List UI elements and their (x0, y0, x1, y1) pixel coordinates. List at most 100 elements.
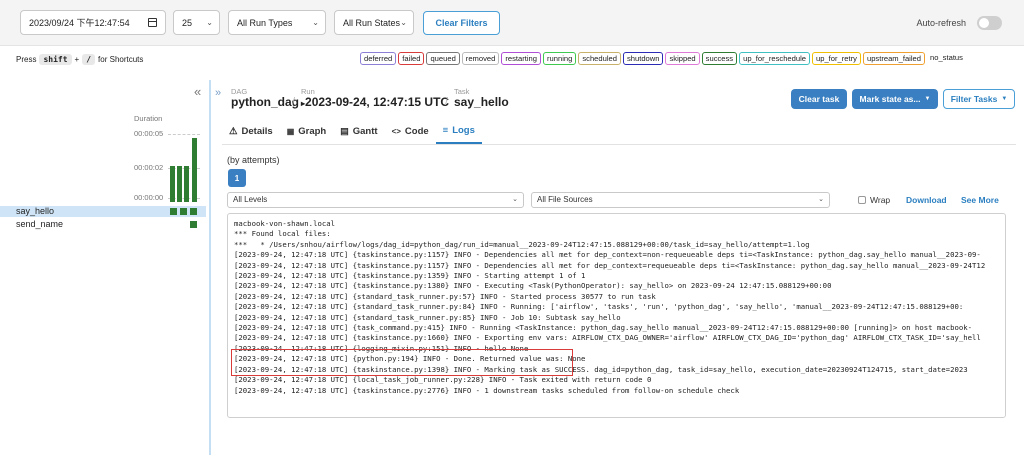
run-states-value: All Run States (343, 17, 401, 28)
wrap-toggle[interactable]: Wrap (858, 195, 890, 205)
state-badge-deferred: deferred (360, 52, 397, 65)
tab-gantt[interactable]: ▤ Gantt (333, 118, 384, 144)
grid-line (168, 134, 200, 135)
tab-details[interactable]: ⚠ Details (222, 118, 280, 144)
state-badge-failed: failed (398, 52, 425, 65)
collapse-panel-icon[interactable]: « (194, 84, 201, 99)
tab-label: Code (404, 125, 429, 137)
graph-icon: ▦ (286, 126, 295, 136)
wrap-label: Wrap (870, 195, 891, 205)
task-status-square[interactable] (190, 221, 197, 228)
chevron-down-icon: ⌄ (206, 18, 213, 27)
log-line: [2023-09-24, 12:47:18 UTC] {standard_tas… (234, 312, 621, 322)
log-line: [2023-09-24, 12:47:18 UTC] {standard_tas… (234, 291, 656, 301)
state-badge-queued: queued (426, 52, 460, 65)
datetime-input[interactable]: 2023/09/24 下午12:47:54 (20, 10, 166, 35)
highlight-box (231, 349, 573, 376)
state-badge-up-for-reschedule: up_for_reschedule (739, 52, 811, 65)
auto-refresh-label: Auto-refresh (916, 18, 966, 28)
slash-key: / (82, 54, 96, 65)
log-line: *** * /Users/snhou/airflow/logs/dag_id=p… (234, 239, 810, 249)
calendar-icon[interactable] (148, 18, 157, 27)
datetime-value: 2023/09/24 下午12:47:54 (29, 18, 130, 28)
duration-tick: 00:00:05 (134, 129, 164, 138)
tab-divider (222, 144, 1016, 145)
duration-tick: 00:00:00 (134, 193, 164, 202)
log-line: [2023-09-24, 12:47:18 UTC] {local_task_j… (234, 375, 652, 385)
tab-logs[interactable]: ≡ Logs (435, 118, 482, 144)
shortcut-plus: + (74, 55, 80, 64)
duration-bar[interactable] (192, 138, 197, 202)
run-states-select[interactable]: All Run States ⌄ (334, 10, 414, 35)
duration-bars (170, 138, 200, 202)
task-name: say_hello (16, 206, 55, 216)
duration-bar[interactable] (177, 166, 182, 202)
download-link[interactable]: Download (906, 195, 947, 205)
clear-task-button[interactable]: Clear task (791, 89, 847, 109)
clear-filters-button[interactable]: Clear Filters (423, 11, 500, 35)
caret-down-icon: ▼ (924, 96, 931, 102)
detail-tabs: ⚠ Details ▦ Graph ▤ Gantt <> Code ≡ Logs (222, 118, 482, 144)
list-icon: ≡ (442, 124, 449, 136)
run-types-value: All Run Types (237, 17, 293, 28)
tab-label: Details (241, 125, 273, 137)
run-link[interactable]: ▸2023-09-24, 12:47:15 UTC (301, 95, 449, 109)
tab-code[interactable]: <> Code (385, 118, 436, 144)
file-source-select[interactable]: All File Sources ⌄ (531, 192, 830, 208)
tab-label: Gantt (352, 125, 378, 137)
num-runs-value: 25 (182, 17, 193, 28)
log-line: [2023-09-24, 12:47:18 UTC] {taskinstance… (234, 385, 740, 395)
dag-link[interactable]: python_dag (231, 95, 299, 109)
state-badge-skipped: skipped (665, 52, 700, 65)
chevron-down-icon: ⌄ (818, 196, 824, 203)
shift-key: shift (39, 54, 72, 65)
state-legend: deferred failed queued removed restarting run… (360, 52, 966, 65)
wrap-checkbox[interactable] (858, 196, 866, 204)
file-source-value: All File Sources (537, 195, 593, 204)
log-line: [2023-09-24, 12:47:18 UTC] {standard_tas… (234, 302, 964, 312)
task-row-say-hello[interactable]: say_hello (0, 206, 206, 217)
state-badge-success: success (701, 52, 738, 65)
breadcrumb-separator: / (292, 96, 296, 108)
auto-refresh-toggle[interactable] (977, 16, 1002, 30)
state-badge-removed: removed (461, 52, 500, 65)
filter-tasks-button[interactable]: Filter Tasks ▼ (943, 89, 1015, 109)
task-link[interactable]: say_hello (454, 95, 509, 109)
log-line: [2023-09-24, 12:47:18 UTC] {taskinstance… (234, 281, 832, 291)
gantt-icon: ▤ (340, 125, 349, 136)
attempts-label: (by attempts) (227, 155, 280, 165)
state-badge-no-status: no_status (930, 53, 963, 62)
grid-panel: « Duration 00:00:05 00:00:02 00:00:00 sa… (0, 80, 206, 455)
log-line: [2023-09-24, 12:47:18 UTC] {task_command… (234, 323, 973, 333)
duration-bar[interactable] (184, 166, 189, 202)
caret-down-icon: ▼ (1001, 96, 1008, 102)
duration-bar[interactable] (170, 166, 175, 202)
log-line: [2023-09-24, 12:47:18 UTC] {taskinstance… (234, 333, 981, 343)
expand-panel-icon[interactable]: » (215, 87, 221, 99)
tab-label: Graph (298, 125, 327, 137)
log-line: *** Found local files: (234, 229, 331, 239)
breadcrumb-separator: / (445, 96, 449, 108)
state-badge-restarting: restarting (501, 52, 541, 65)
task-status-square[interactable] (180, 208, 187, 215)
see-more-link[interactable]: See More (961, 195, 999, 205)
tab-graph[interactable]: ▦ Graph (280, 118, 334, 144)
log-viewer[interactable]: macbook-von-shawn.local *** Found local f… (227, 213, 1006, 418)
num-runs-select[interactable]: 25 ⌄ (173, 10, 220, 35)
task-row-send-name[interactable]: send_name (0, 219, 206, 230)
task-status-square[interactable] (170, 208, 177, 215)
log-line: macbook-von-shawn.local (234, 219, 336, 228)
state-badge-scheduled: scheduled (578, 52, 621, 65)
duration-tick: 00:00:02 (134, 163, 164, 172)
filter-bar: 2023/09/24 下午12:47:54 25 ⌄ All Run Types… (0, 0, 1024, 46)
task-status-square[interactable] (190, 208, 197, 215)
panel-divider[interactable] (209, 80, 211, 455)
chevron-down-icon: ⌄ (312, 18, 319, 27)
attempt-1-button[interactable]: 1 (228, 169, 246, 187)
run-types-select[interactable]: All Run Types ⌄ (228, 10, 326, 35)
mark-state-button[interactable]: Mark state as... ▼ (852, 89, 938, 109)
run-value: 2023-09-24, 12:47:15 UTC (305, 95, 450, 109)
log-level-select[interactable]: All Levels ⌄ (227, 192, 524, 208)
state-badge-running: running (543, 52, 577, 65)
chevron-down-icon: ⌄ (512, 196, 518, 203)
